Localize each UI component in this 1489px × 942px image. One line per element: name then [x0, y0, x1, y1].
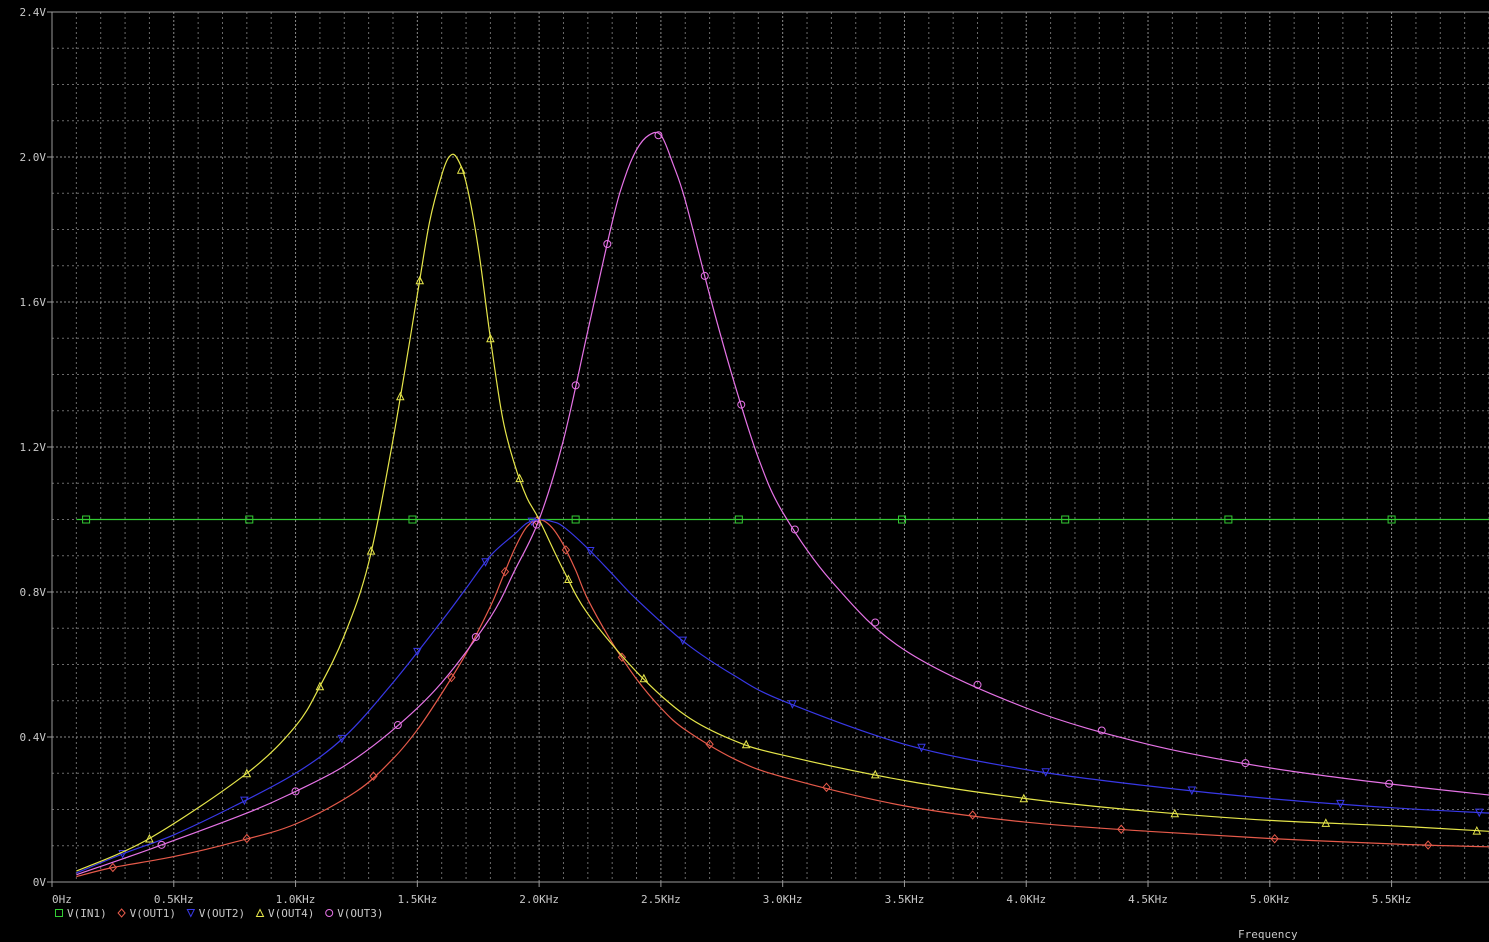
x-tick-label: 2.5KHz [641, 893, 681, 906]
x-tick-label: 4.0KHz [1006, 893, 1046, 906]
plot-background [0, 0, 1489, 942]
x-tick-label: 5.5KHz [1372, 893, 1412, 906]
x-tick-label: 0Hz [52, 893, 72, 906]
x-tick-label: 3.5KHz [885, 893, 925, 906]
y-tick-label: 0.8V [20, 586, 47, 599]
y-tick-label: 1.2V [20, 441, 47, 454]
x-tick-label: 1.5KHz [397, 893, 437, 906]
x-tick-label: 1.0KHz [276, 893, 316, 906]
y-tick-label: 1.6V [20, 296, 47, 309]
legend-label-v-out3: V(OUT3) [337, 907, 383, 920]
x-tick-label: 0.5KHz [154, 893, 194, 906]
x-axis-label: Frequency [1238, 928, 1298, 941]
legend-label-v-out2: V(OUT2) [199, 907, 245, 920]
plot-area: 0V 0.4V 0.8V 1.2V 1.6V 2.0V 2.4V 0Hz 0.5KHz 1.0KH… [0, 0, 1489, 942]
x-tick-label: 5.0KHz [1250, 893, 1290, 906]
x-tick-label: 2.0KHz [519, 893, 559, 906]
y-tick-label: 0.4V [20, 731, 47, 744]
x-tick-label: 4.5KHz [1128, 893, 1168, 906]
legend-label-v-out1: V(OUT1) [130, 907, 176, 920]
legend-label-v-in1: V(IN1) [67, 907, 107, 920]
y-tick-label: 0V [33, 876, 47, 889]
legend-label-v-out4: V(OUT4) [268, 907, 314, 920]
y-tick-label: 2.0V [20, 151, 47, 164]
y-tick-label: 2.4V [20, 6, 47, 19]
x-tick-label: 3.0KHz [763, 893, 803, 906]
